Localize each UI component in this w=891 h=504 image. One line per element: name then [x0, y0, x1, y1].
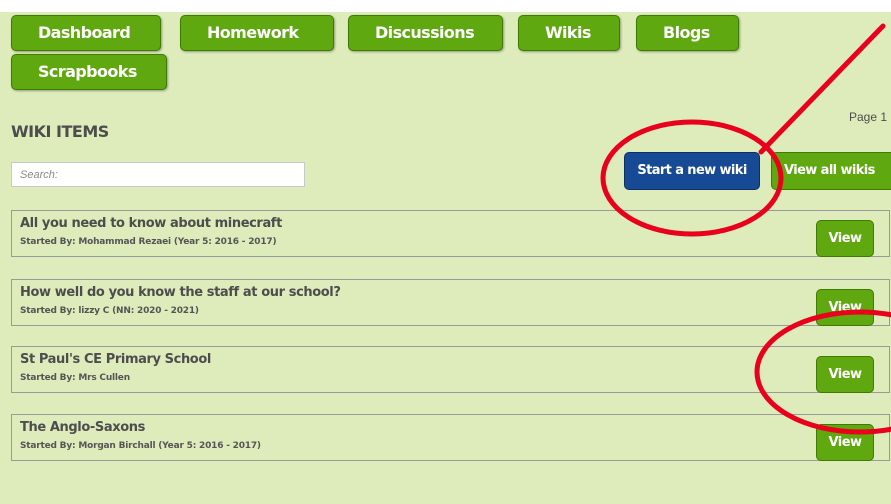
wiki-started-by: Started By: Morgan Birchall (Year 5: 201… — [20, 441, 261, 451]
tab-wikis[interactable]: Wikis — [518, 15, 620, 51]
wiki-title[interactable]: All you need to know about minecraft — [20, 216, 282, 231]
wiki-started-by: Started By: lizzy C (NN: 2020 - 2021) — [20, 306, 199, 316]
wiki-list-item: All you need to know about minecraft Sta… — [11, 210, 890, 257]
top-strip — [0, 0, 891, 12]
view-button[interactable]: View — [816, 220, 874, 257]
tab-dashboard[interactable]: Dashboard — [11, 15, 161, 51]
view-button[interactable]: View — [816, 356, 874, 393]
wiki-started-by: Started By: Mrs Cullen — [20, 373, 130, 383]
wiki-list-item: St Paul's CE Primary School Started By: … — [11, 346, 890, 393]
tab-homework[interactable]: Homework — [180, 15, 334, 51]
wiki-list-item: The Anglo-Saxons Started By: Morgan Birc… — [11, 414, 890, 461]
wiki-title[interactable]: How well do you know the staff at our sc… — [20, 285, 341, 300]
view-button[interactable]: View — [816, 424, 874, 461]
start-new-wiki-button[interactable]: Start a new wiki — [624, 152, 760, 190]
tab-discussions[interactable]: Discussions — [348, 15, 503, 51]
wiki-title[interactable]: The Anglo-Saxons — [20, 420, 145, 435]
view-all-wikis-button[interactable]: View all wikis — [771, 152, 891, 190]
wiki-title[interactable]: St Paul's CE Primary School — [20, 352, 211, 367]
page-indicator: Page 1 — [849, 110, 888, 124]
tab-blogs[interactable]: Blogs — [636, 15, 739, 51]
page-title: WIKI ITEMS — [11, 122, 109, 141]
view-button[interactable]: View — [816, 289, 874, 326]
search-input[interactable] — [11, 162, 305, 187]
wiki-list-item: How well do you know the staff at our sc… — [11, 279, 890, 326]
tab-scrapbooks[interactable]: Scrapbooks — [11, 54, 167, 90]
wiki-started-by: Started By: Mohammad Rezaei (Year 5: 201… — [20, 237, 277, 247]
